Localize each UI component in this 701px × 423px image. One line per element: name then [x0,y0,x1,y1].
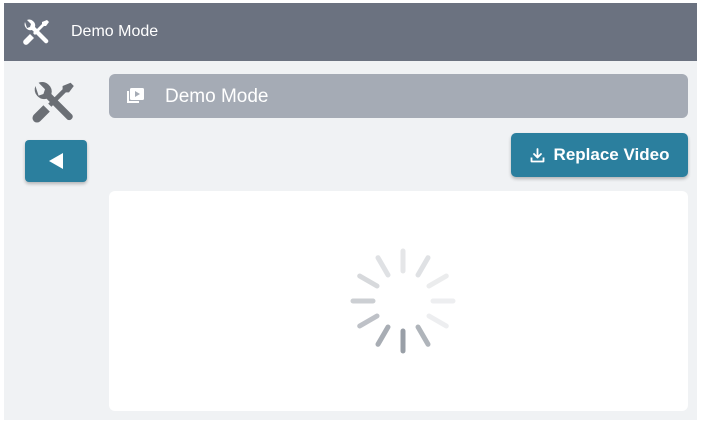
page-title: Demo Mode [165,86,269,107]
replace-video-label: Replace Video [553,145,670,164]
spinner-spoke [426,273,449,289]
spinner-spoke [426,313,449,329]
spinner-spoke [415,255,431,278]
spinner-spoke [357,273,380,289]
replace-video-button[interactable]: Replace Video [511,133,688,177]
spinner-spoke [375,324,391,347]
spinner-spoke [357,313,380,329]
loading-spinner-icon [350,248,456,354]
spinner-spoke [375,255,391,278]
title-bar: Demo Mode [4,3,697,61]
tools-icon [23,19,49,45]
video-library-icon [127,88,144,103]
page-header: Demo Mode [109,74,688,118]
back-button[interactable] [25,140,87,182]
tools-icon [32,82,74,123]
spinner-spoke [415,324,431,347]
app-window: Demo Mode Demo Mode Replace Video [4,3,697,420]
triangle-left-icon [49,153,63,169]
window-title: Demo Mode [71,23,159,40]
video-panel [109,191,688,411]
download-icon [530,147,544,162]
